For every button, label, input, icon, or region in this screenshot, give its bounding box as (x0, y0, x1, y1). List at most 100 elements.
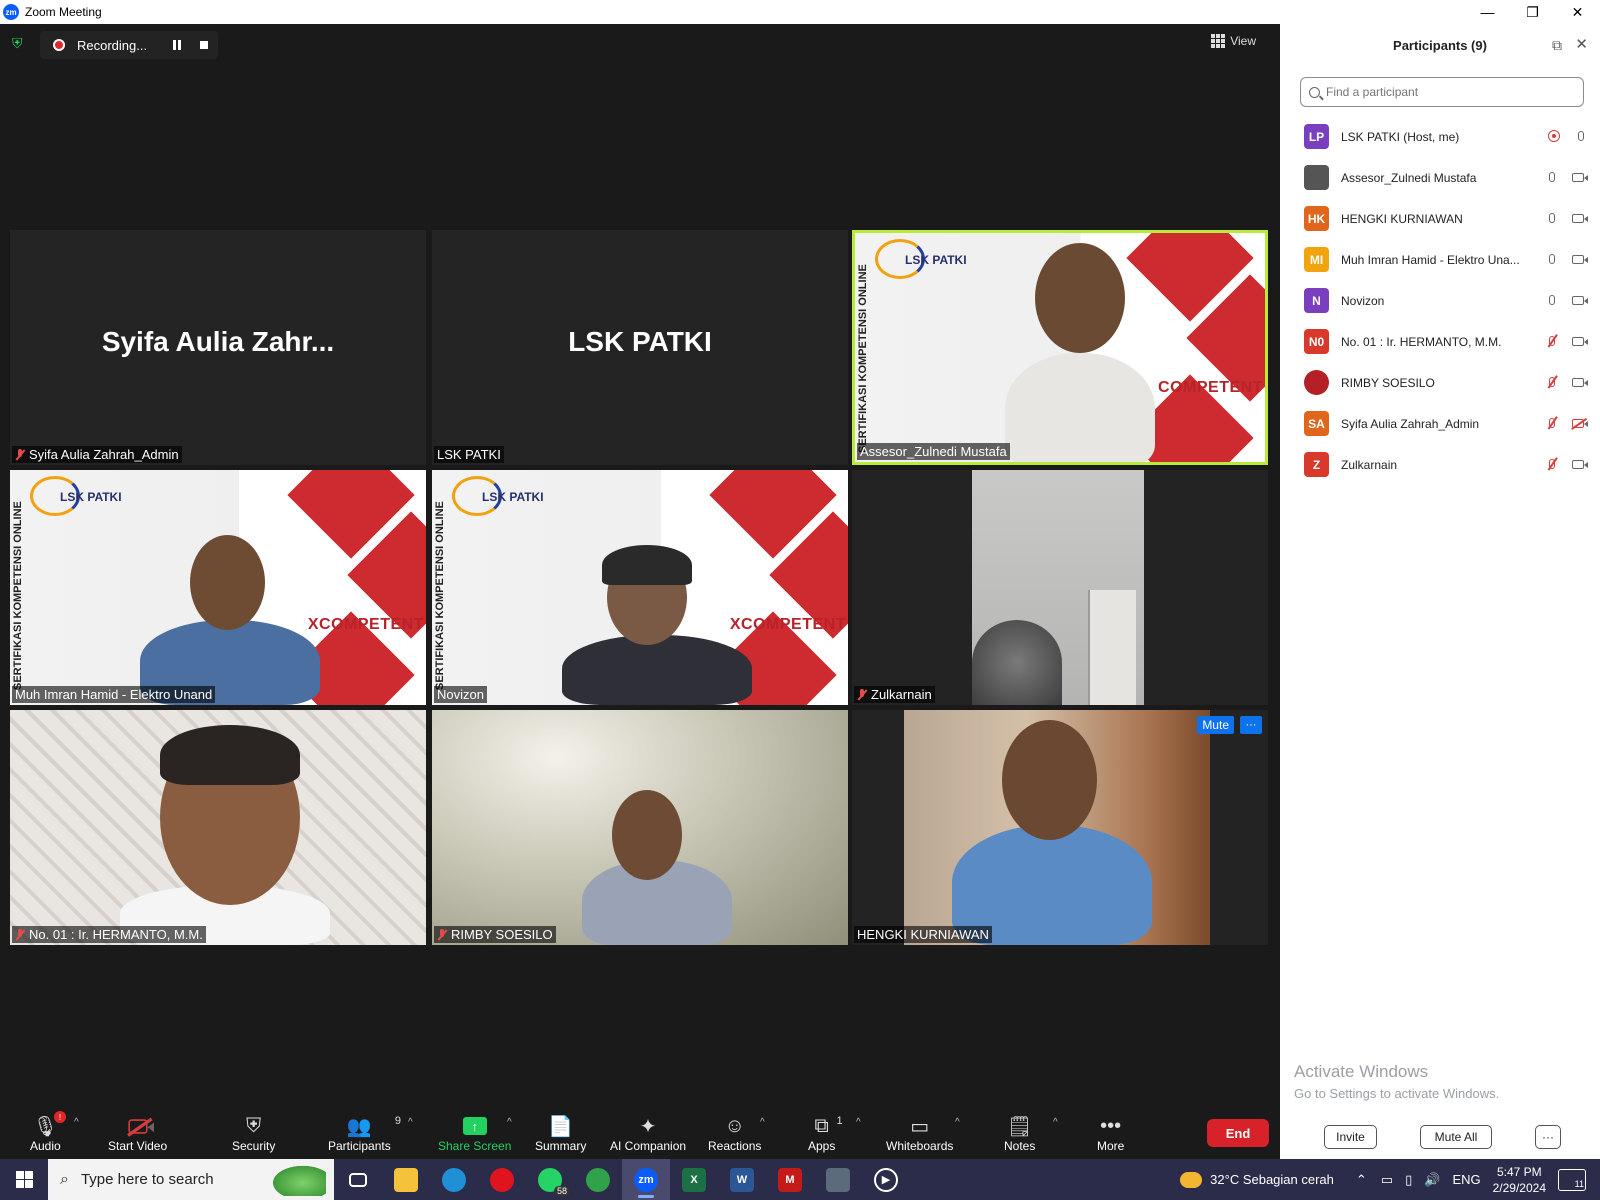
apps-button[interactable]: ⧉ 1 Apps (808, 1113, 843, 1154)
minimize-button[interactable]: — (1465, 0, 1510, 24)
more-button[interactable]: ••• More (1097, 1113, 1124, 1154)
video-tile[interactable]: SERTIFIKASI KOMPETENSI ONLINE LSK PATKI … (10, 470, 426, 705)
mic-muted-icon[interactable] (1549, 457, 1555, 472)
avatar: Z (1304, 452, 1329, 477)
camera-icon[interactable] (1572, 293, 1588, 308)
participants-icon: 👥 9 (346, 1115, 402, 1138)
mic-icon[interactable] (1549, 170, 1555, 185)
mic-icon[interactable] (1549, 293, 1555, 308)
start-video-button[interactable]: Start Video (108, 1113, 167, 1153)
window-titlebar: zm Zoom Meeting — ❐ ✕ (0, 0, 1600, 24)
pause-recording-button[interactable] (173, 40, 181, 50)
participant-row[interactable]: HK HENGKI KURNIAWAN (1280, 198, 1600, 239)
mic-icon[interactable] (1578, 129, 1584, 144)
camera-icon[interactable] (1572, 170, 1588, 185)
video-tile[interactable]: RIMBY SOESILO (432, 710, 848, 945)
invite-button[interactable]: Invite (1324, 1125, 1377, 1149)
view-button[interactable]: View (1211, 34, 1256, 48)
share-screen-button[interactable]: ↑ Share Screen (438, 1113, 511, 1153)
share-options-caret[interactable]: ^ (507, 1117, 512, 1128)
whiteboards-options-caret[interactable]: ^ (955, 1117, 960, 1128)
video-tile[interactable]: Zulkarnain (852, 470, 1268, 705)
taskbar-search[interactable]: ⌕ Type here to search (48, 1159, 334, 1200)
camera-off-icon[interactable] (1572, 416, 1588, 431)
audio-options-caret[interactable]: ^ (74, 1117, 79, 1128)
video-tile[interactable]: Mute ··· HENGKI KURNIAWAN (852, 710, 1268, 945)
network-icon[interactable]: ▭ (1381, 1172, 1393, 1188)
participant-search-input[interactable] (1326, 85, 1566, 99)
restore-button[interactable]: ❐ (1510, 0, 1555, 24)
notes-options-caret[interactable]: ^ (1053, 1117, 1058, 1128)
video-tile[interactable]: LSK PATKI LSK PATKI (432, 230, 848, 465)
file-explorer-icon[interactable] (382, 1159, 430, 1200)
camera-icon[interactable] (1572, 375, 1588, 390)
media-player-icon[interactable]: ▶ (862, 1159, 910, 1200)
video-tile-active-speaker[interactable]: SERTIFIKASI KOMPETENSI ONLINE LSK PATKI … (852, 230, 1268, 465)
apps-options-caret[interactable]: ^ (856, 1117, 861, 1128)
tile-more-button[interactable]: ··· (1240, 716, 1262, 734)
participant-row[interactable]: MI Muh Imran Hamid - Elektro Una... (1280, 239, 1600, 280)
popout-icon[interactable]: ⧉ (1552, 37, 1562, 54)
calculator-icon[interactable] (814, 1159, 862, 1200)
chrome-icon[interactable] (574, 1159, 622, 1200)
security-button[interactable]: ⛨ Security (232, 1113, 275, 1154)
tile-mute-button[interactable]: Mute (1197, 716, 1234, 734)
battery-icon[interactable]: ▯ (1405, 1172, 1412, 1188)
participant-row[interactable]: RIMBY SOESILO (1280, 362, 1600, 403)
mute-all-button[interactable]: Mute All (1420, 1125, 1492, 1149)
camera-icon[interactable] (1572, 457, 1588, 472)
panel-more-button[interactable]: ··· (1535, 1125, 1561, 1149)
show-hidden-icons-icon[interactable]: ⌃ (1356, 1172, 1367, 1188)
notes-button[interactable]: 🗒 Notes (1004, 1113, 1035, 1154)
weather-text[interactable]: 32°C Sebagian cerah (1210, 1172, 1334, 1187)
participant-search[interactable] (1300, 77, 1584, 107)
word-icon[interactable]: W (718, 1159, 766, 1200)
participant-row[interactable]: LP LSK PATKI (Host, me) (1280, 116, 1600, 157)
encryption-shield-icon[interactable]: ⛨ (12, 35, 28, 53)
end-meeting-button[interactable]: End (1207, 1119, 1269, 1147)
audio-button[interactable]: 🎙! Audio (30, 1111, 67, 1153)
mic-muted-icon[interactable] (1549, 416, 1555, 431)
weather-icon[interactable] (1180, 1171, 1203, 1188)
video-tile[interactable]: No. 01 : Ir. HERMANTO, M.M. (10, 710, 426, 945)
task-view-icon[interactable] (334, 1159, 382, 1200)
whatsapp-icon[interactable]: 58 (526, 1159, 574, 1200)
mic-icon[interactable] (1549, 252, 1555, 267)
windows-start-icon[interactable] (0, 1159, 48, 1200)
summary-button[interactable]: 📄 Summary (535, 1113, 586, 1154)
mic-icon[interactable] (1549, 211, 1555, 226)
reactions-options-caret[interactable]: ^ (760, 1117, 765, 1128)
camera-icon[interactable] (1572, 252, 1588, 267)
stop-recording-button[interactable] (200, 41, 208, 49)
participant-row[interactable]: Z Zulkarnain (1280, 444, 1600, 485)
participant-row[interactable]: N0 No. 01 : Ir. HERMANTO, M.M. (1280, 321, 1600, 362)
excel-icon[interactable]: X (670, 1159, 718, 1200)
mcafee-icon[interactable]: M (766, 1159, 814, 1200)
video-tile[interactable]: Syifa Aulia Zahr... Syifa Aulia Zahrah_A… (10, 230, 426, 465)
participants-options-caret[interactable]: ^ (408, 1117, 413, 1128)
volume-icon[interactable]: 🔊 (1424, 1172, 1440, 1188)
participant-row[interactable]: N Novizon (1280, 280, 1600, 321)
language-indicator[interactable]: ENG (1452, 1172, 1480, 1187)
mic-muted-icon[interactable] (1549, 375, 1555, 390)
notification-center-icon[interactable]: 11 (1558, 1168, 1586, 1191)
mic-muted-icon[interactable] (1549, 334, 1555, 349)
participant-row[interactable]: Assesor_Zulnedi Mustafa (1280, 157, 1600, 198)
video-tile[interactable]: SERTIFIKASI KOMPETENSI ONLINE LSK PATKI … (432, 470, 848, 705)
camera-icon[interactable] (1572, 334, 1588, 349)
close-panel-icon[interactable]: ✕ (1575, 35, 1588, 53)
zoom-icon[interactable]: zm (622, 1159, 670, 1200)
banner-competent-text: XCOMPETENT (729, 616, 846, 633)
whiteboards-button[interactable]: ▭ Whiteboards (886, 1113, 953, 1154)
clock[interactable]: 5:47 PM 2/29/2024 (1493, 1164, 1546, 1196)
camera-icon[interactable] (1572, 211, 1588, 226)
edge-icon[interactable] (430, 1159, 478, 1200)
banner-side-text: SERTIFIKASI KOMPETENSI ONLINE (434, 501, 446, 690)
participants-button[interactable]: 👥 9 Participants (328, 1113, 402, 1153)
close-window-button[interactable]: ✕ (1555, 0, 1600, 24)
participant-row[interactable]: SA Syifa Aulia Zahrah_Admin (1280, 403, 1600, 444)
ai-companion-button[interactable]: ✦ AI Companion (610, 1113, 686, 1154)
grid-view-icon (1211, 34, 1226, 48)
reactions-button[interactable]: ☺ Reactions (708, 1113, 761, 1154)
opera-icon[interactable] (478, 1159, 526, 1200)
